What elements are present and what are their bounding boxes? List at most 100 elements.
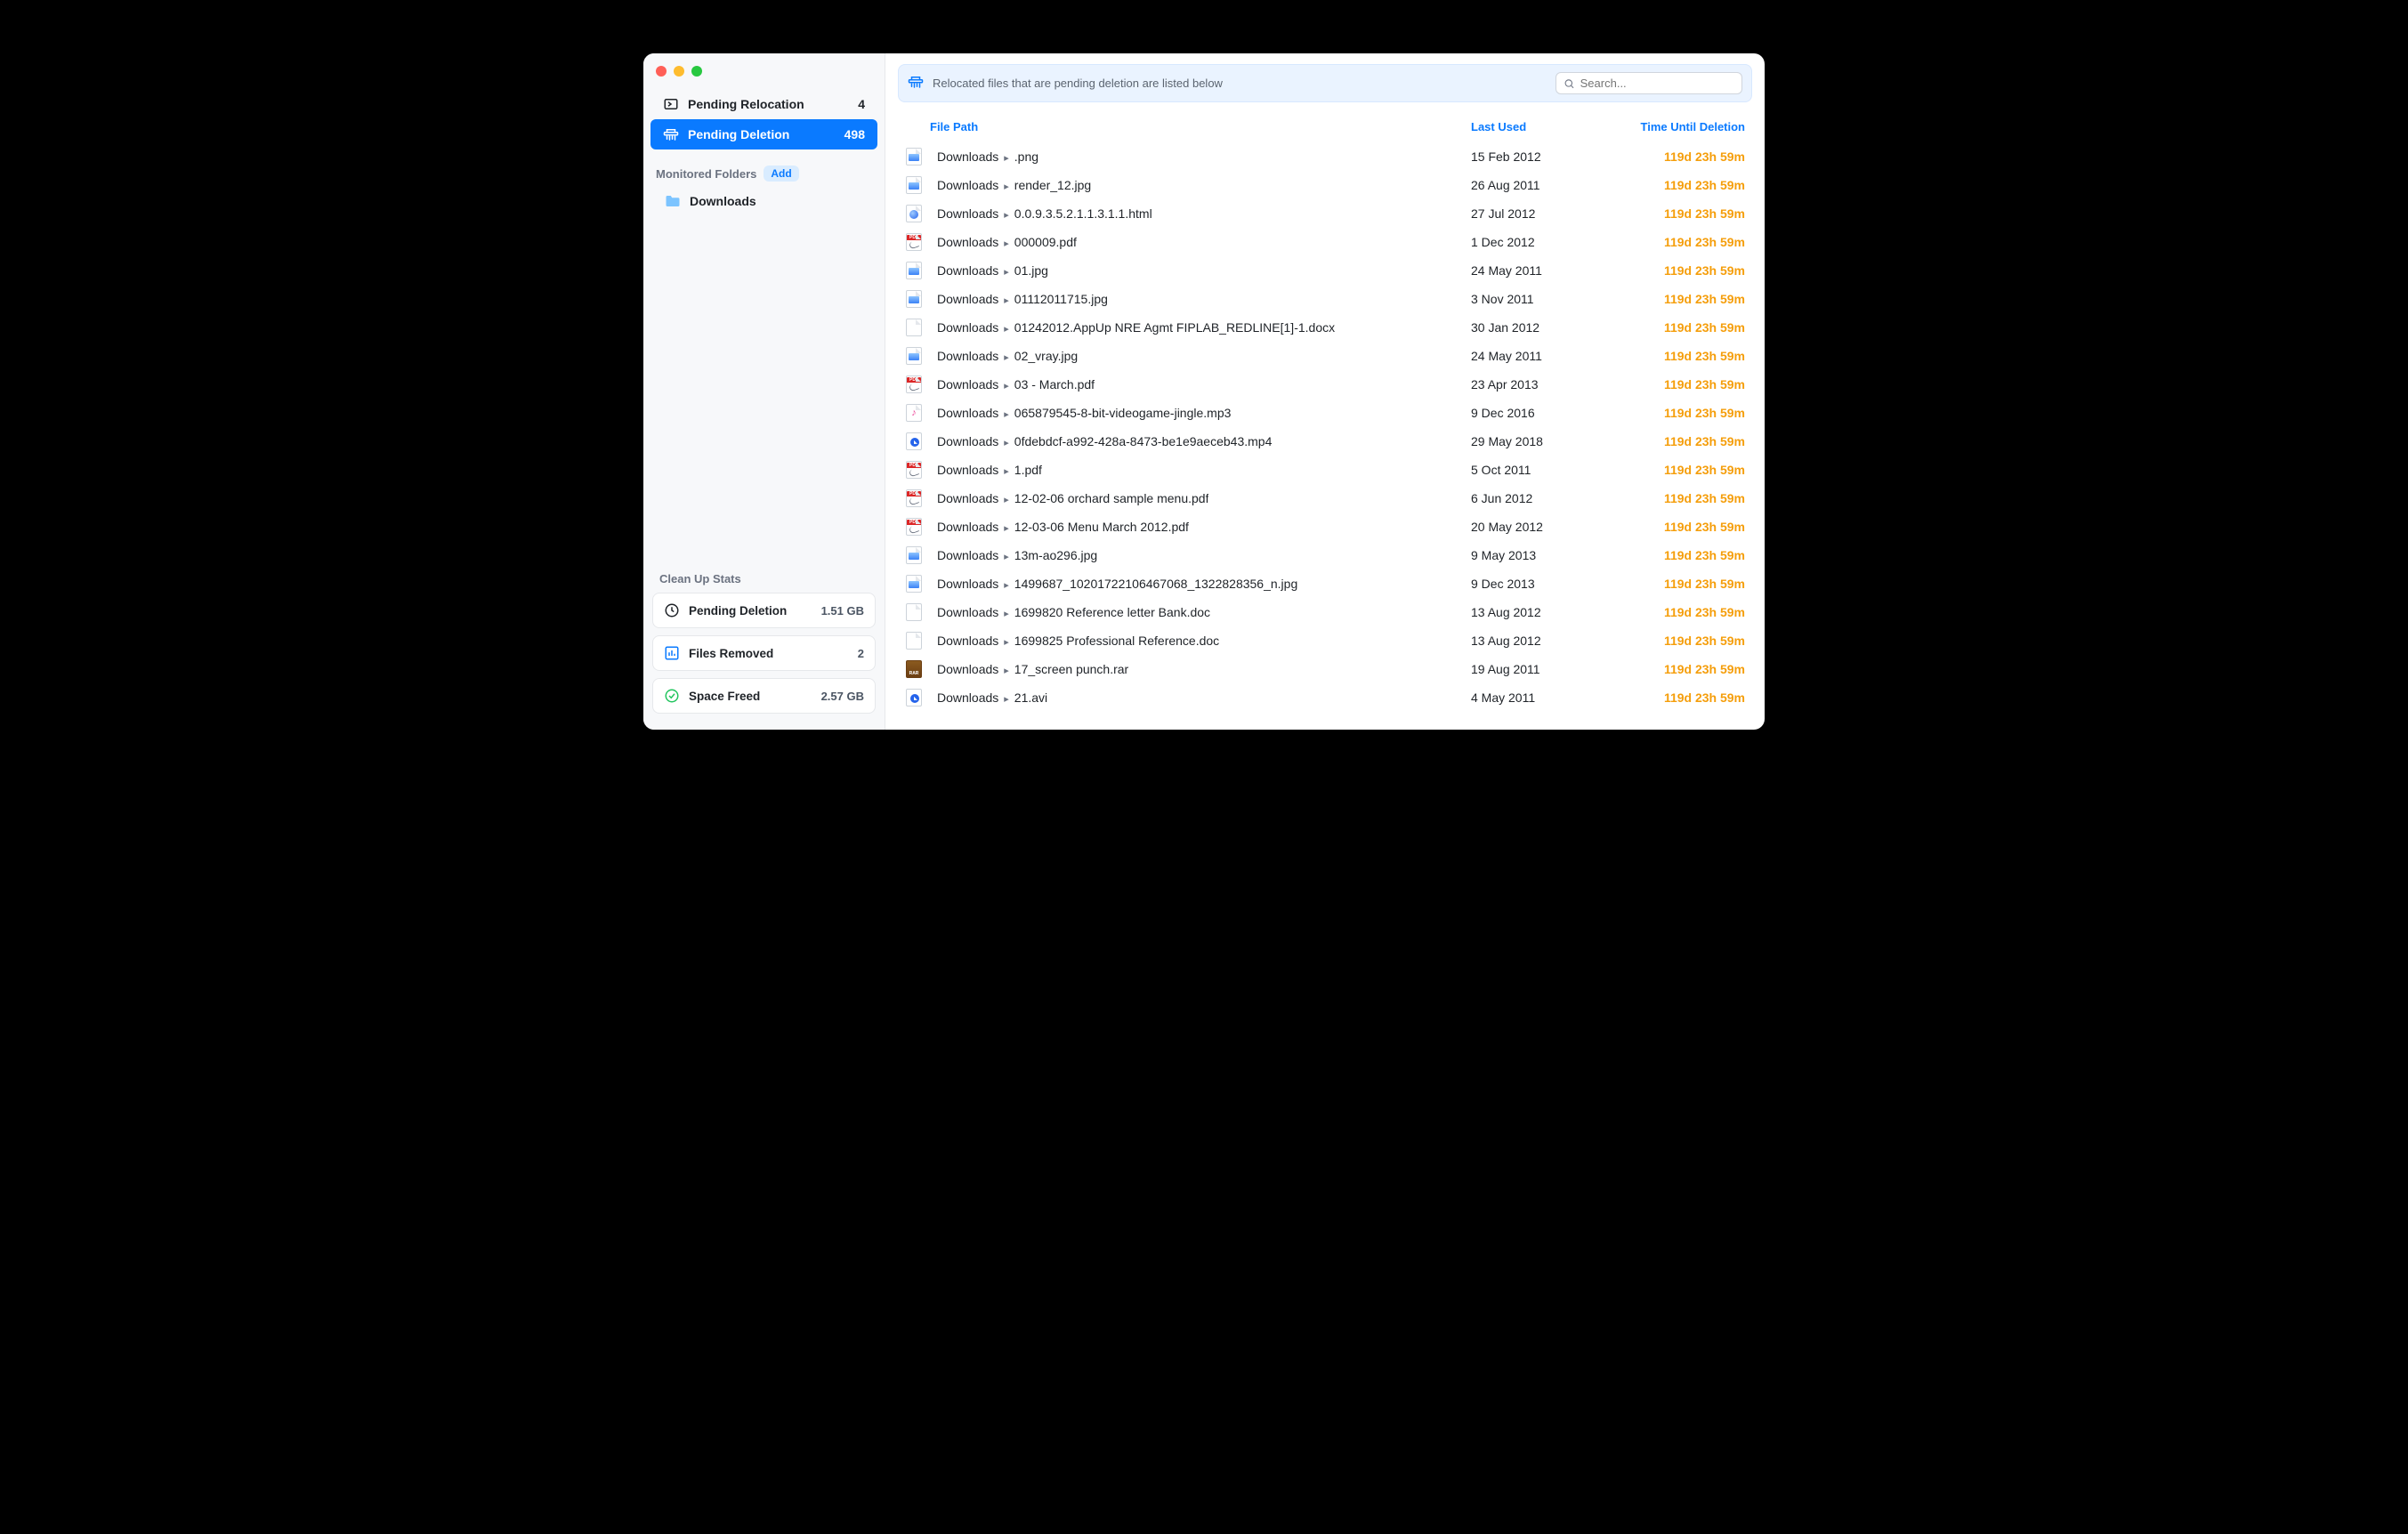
file-path: Downloads▸065879545-8-bit-videogame-jing… [937, 406, 1464, 420]
last-used: 20 May 2012 [1471, 520, 1604, 534]
file-path: Downloads▸01.jpg [937, 263, 1464, 278]
search-field[interactable] [1556, 72, 1742, 94]
path-separator-icon: ▸ [1004, 522, 1009, 534]
sidebar-item-pending-deletion[interactable]: Pending Deletion 498 [650, 119, 877, 149]
file-type-icon [905, 205, 923, 222]
header-file-path[interactable]: File Path [905, 120, 1464, 133]
file-path: Downloads▸0.0.9.3.5.2.1.1.3.1.1.html [937, 206, 1464, 221]
file-dir: Downloads [937, 263, 998, 278]
monitored-folder-item[interactable]: Downloads [643, 189, 885, 214]
path-separator-icon: ▸ [1004, 209, 1009, 221]
table-row[interactable]: Downloads▸12-03-06 Menu March 2012.pdf20… [898, 513, 1752, 541]
stat-label: Pending Deletion [689, 604, 787, 618]
table-row[interactable]: Downloads▸12-02-06 orchard sample menu.p… [898, 484, 1752, 513]
last-used: 26 Aug 2011 [1471, 178, 1604, 192]
table-row[interactable]: Downloads▸13m-ao296.jpg9 May 2013119d 23… [898, 541, 1752, 569]
file-dir: Downloads [937, 206, 998, 221]
file-name: render_12.jpg [1014, 178, 1091, 192]
monitored-folders-heading: Monitored Folders Add [643, 149, 885, 189]
table-row[interactable]: Downloads▸1699825 Professional Reference… [898, 626, 1752, 655]
table-row[interactable]: Downloads▸02_vray.jpg24 May 2011119d 23h… [898, 342, 1752, 370]
table-row[interactable]: Downloads▸17_screen punch.rar19 Aug 2011… [898, 655, 1752, 683]
shredder-icon [908, 75, 924, 92]
file-dir: Downloads [937, 406, 998, 420]
last-used: 29 May 2018 [1471, 434, 1604, 448]
file-type-icon [905, 404, 923, 422]
table-row[interactable]: Downloads▸render_12.jpg26 Aug 2011119d 2… [898, 171, 1752, 199]
file-type-icon [905, 603, 923, 621]
stat-label: Space Freed [689, 690, 760, 703]
path-separator-icon: ▸ [1004, 693, 1009, 705]
sidebar-item-pending-relocation[interactable]: Pending Relocation 4 [650, 89, 877, 119]
file-dir: Downloads [937, 690, 998, 705]
bar-chart-icon [664, 645, 680, 661]
file-dir: Downloads [937, 292, 998, 306]
file-type-icon [905, 546, 923, 564]
path-separator-icon: ▸ [1004, 380, 1009, 392]
file-dir: Downloads [937, 577, 998, 591]
close-icon[interactable] [656, 66, 667, 77]
stat-files-removed: Files Removed 2 [652, 635, 876, 671]
time-until-deletion: 119d 23h 59m [1612, 149, 1745, 164]
file-path: Downloads▸13m-ao296.jpg [937, 548, 1464, 562]
file-dir: Downloads [937, 320, 998, 335]
stats-heading: Clean Up Stats [643, 572, 885, 593]
file-type-icon [905, 233, 923, 251]
stat-value: 1.51 GB [821, 604, 864, 618]
path-separator-icon: ▸ [1004, 152, 1009, 164]
shredder-icon [663, 126, 679, 142]
sidebar-item-count: 4 [858, 97, 865, 111]
stat-value: 2 [858, 647, 864, 660]
table-row[interactable]: Downloads▸21.avi4 May 2011119d 23h 59m [898, 683, 1752, 712]
path-separator-icon: ▸ [1004, 181, 1009, 192]
time-until-deletion: 119d 23h 59m [1612, 320, 1745, 335]
search-input[interactable] [1580, 77, 1734, 90]
table-row[interactable]: Downloads▸01112011715.jpg3 Nov 2011119d … [898, 285, 1752, 313]
table-row[interactable]: Downloads▸065879545-8-bit-videogame-jing… [898, 399, 1752, 427]
table-row[interactable]: Downloads▸0.0.9.3.5.2.1.1.3.1.1.html27 J… [898, 199, 1752, 228]
file-path: Downloads▸03 - March.pdf [937, 377, 1464, 392]
banner-message: Relocated files that are pending deletio… [933, 77, 1547, 90]
table-row[interactable]: Downloads▸03 - March.pdf23 Apr 2013119d … [898, 370, 1752, 399]
table-row[interactable]: Downloads▸0fdebdcf-a992-428a-8473-be1e9a… [898, 427, 1752, 456]
path-separator-icon: ▸ [1004, 465, 1009, 477]
table-row[interactable]: Downloads▸1699820 Reference letter Bank.… [898, 598, 1752, 626]
table-row[interactable]: Downloads▸01.jpg24 May 2011119d 23h 59m [898, 256, 1752, 285]
last-used: 1 Dec 2012 [1471, 235, 1604, 249]
file-table[interactable]: File Path Last Used Time Until Deletion … [885, 106, 1765, 730]
last-used: 24 May 2011 [1471, 349, 1604, 363]
file-dir: Downloads [937, 662, 998, 676]
path-separator-icon: ▸ [1004, 636, 1009, 648]
fullscreen-icon[interactable] [691, 66, 702, 77]
file-dir: Downloads [937, 349, 998, 363]
header-last-used[interactable]: Last Used [1471, 120, 1604, 133]
table-row[interactable]: Downloads▸000009.pdf1 Dec 2012119d 23h 5… [898, 228, 1752, 256]
file-path: Downloads▸17_screen punch.rar [937, 662, 1464, 676]
time-until-deletion: 119d 23h 59m [1612, 690, 1745, 705]
time-until-deletion: 119d 23h 59m [1612, 491, 1745, 505]
time-until-deletion: 119d 23h 59m [1612, 434, 1745, 448]
last-used: 24 May 2011 [1471, 263, 1604, 278]
folder-label: Downloads [690, 194, 756, 208]
file-path: Downloads▸02_vray.jpg [937, 349, 1464, 363]
last-used: 15 Feb 2012 [1471, 149, 1604, 164]
table-row[interactable]: Downloads▸1.pdf5 Oct 2011119d 23h 59m [898, 456, 1752, 484]
file-name: 03 - March.pdf [1014, 377, 1095, 392]
last-used: 9 Dec 2013 [1471, 577, 1604, 591]
file-dir: Downloads [937, 235, 998, 249]
section-label: Monitored Folders [656, 167, 756, 181]
file-dir: Downloads [937, 605, 998, 619]
add-folder-button[interactable]: Add [764, 166, 798, 182]
file-name: 12-03-06 Menu March 2012.pdf [1014, 520, 1189, 534]
file-type-icon [905, 148, 923, 166]
path-separator-icon: ▸ [1004, 494, 1009, 505]
file-path: Downloads▸0fdebdcf-a992-428a-8473-be1e9a… [937, 434, 1464, 448]
table-row[interactable]: Downloads▸1499687_10201722106467068_1322… [898, 569, 1752, 598]
app-window: Pending Relocation 4 Pending Deletion 49… [643, 53, 1765, 730]
file-path: Downloads▸1499687_10201722106467068_1322… [937, 577, 1464, 591]
minimize-icon[interactable] [674, 66, 684, 77]
table-row[interactable]: Downloads▸01242012.AppUp NRE Agmt FIPLAB… [898, 313, 1752, 342]
header-time-until[interactable]: Time Until Deletion [1612, 120, 1745, 133]
file-type-icon [905, 575, 923, 593]
table-row[interactable]: Downloads▸.png15 Feb 2012119d 23h 59m [898, 142, 1752, 171]
